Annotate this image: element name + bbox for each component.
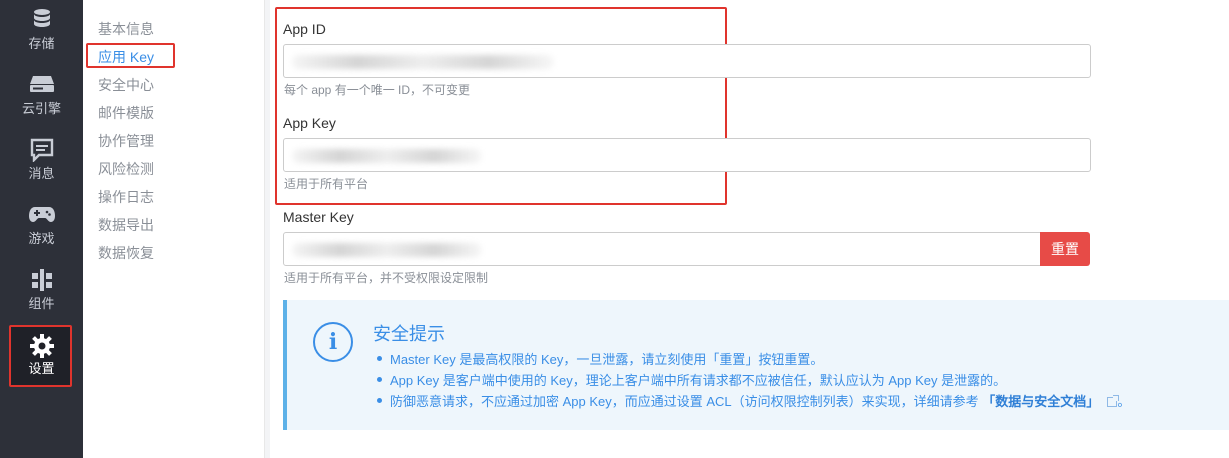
reset-master-key-button[interactable]: 重置 [1040,232,1090,266]
app-key-field[interactable] [283,138,1091,172]
settings-subnav: 基本信息 应用 Key 安全中心 邮件模版 协作管理 风险检测 操作日志 数据导… [83,0,265,458]
nav-item-label: 云引擎 [21,101,61,116]
alert-list: Master Key 是最高权限的 Key，一旦泄露，请立刻使用「重置」按钮重置… [377,349,1130,412]
redacted-value [292,55,554,69]
app-id-help: 每个 app 有一个唯一 ID，不可变更 [284,83,471,97]
nav-item-messages[interactable]: 消息 [0,132,83,197]
gear-icon [0,327,83,358]
component-icon [0,262,83,291]
nav-item-label: 消息 [28,166,55,181]
subnav-item-operation-logs[interactable]: 操作日志 [98,187,154,207]
list-item: App Key 是客户端中使用的 Key，理论上客户端中所有请求都不应被信任，默… [377,370,1130,391]
nav-item-settings[interactable]: 设置 [0,327,83,392]
server-icon [0,67,83,95]
gamepad-icon [0,197,83,225]
alert-title: 安全提示 [373,324,445,344]
app-id-field[interactable] [283,44,1091,78]
subnav-item-data-restore[interactable]: 数据恢复 [98,243,154,263]
app-key-label: App Key [283,115,336,131]
subnav-item-app-key[interactable]: 应用 Key [98,47,154,67]
nav-item-label: 组件 [28,296,55,311]
subnav-item-email-templates[interactable]: 邮件模版 [98,103,154,123]
master-key-label: Master Key [283,209,354,225]
app-id-label: App ID [283,21,326,37]
redacted-value [292,243,482,257]
master-key-help: 适用于所有平台，并不受权限设定限制 [284,271,489,285]
security-docs-link[interactable]: 「数据与安全文档」 [982,394,1099,409]
info-icon: i [313,322,353,362]
master-key-field[interactable] [283,232,1041,266]
nav-item-components[interactable]: 组件 [0,262,83,327]
nav-item-cloud-engine[interactable]: 云引擎 [0,67,83,132]
nav-item-label: 设置 [28,361,55,376]
external-link-icon[interactable] [1107,395,1120,407]
subnav-item-collaboration[interactable]: 协作管理 [98,131,154,151]
left-nav: 存储 云引擎 消息 游戏 组件 设置 [0,0,83,458]
database-icon [0,2,83,30]
app-key-panel: App ID 每个 app 有一个唯一 ID，不可变更 App Key 适用于所… [270,0,1229,458]
subnav-item-basic-info[interactable]: 基本信息 [98,19,154,39]
subnav-item-data-export[interactable]: 数据导出 [98,215,154,235]
nav-item-games[interactable]: 游戏 [0,197,83,262]
nav-item-storage[interactable]: 存储 [0,2,83,67]
subnav-item-security-center[interactable]: 安全中心 [98,75,154,95]
nav-item-label: 存储 [28,36,55,51]
subnav-item-risk-detection[interactable]: 风险检测 [98,159,154,179]
security-alert: i 安全提示 Master Key 是最高权限的 Key，一旦泄露，请立刻使用「… [283,300,1229,430]
list-item: 防御恶意请求，不应通过加密 App Key，而应通过设置 ACL（访问权限控制列… [377,391,1130,412]
list-item: Master Key 是最高权限的 Key，一旦泄露，请立刻使用「重置」按钮重置… [377,349,1130,370]
redacted-value [292,149,482,163]
nav-item-label: 游戏 [28,231,55,246]
app-key-help: 适用于所有平台 [284,177,369,191]
message-icon [0,132,83,163]
